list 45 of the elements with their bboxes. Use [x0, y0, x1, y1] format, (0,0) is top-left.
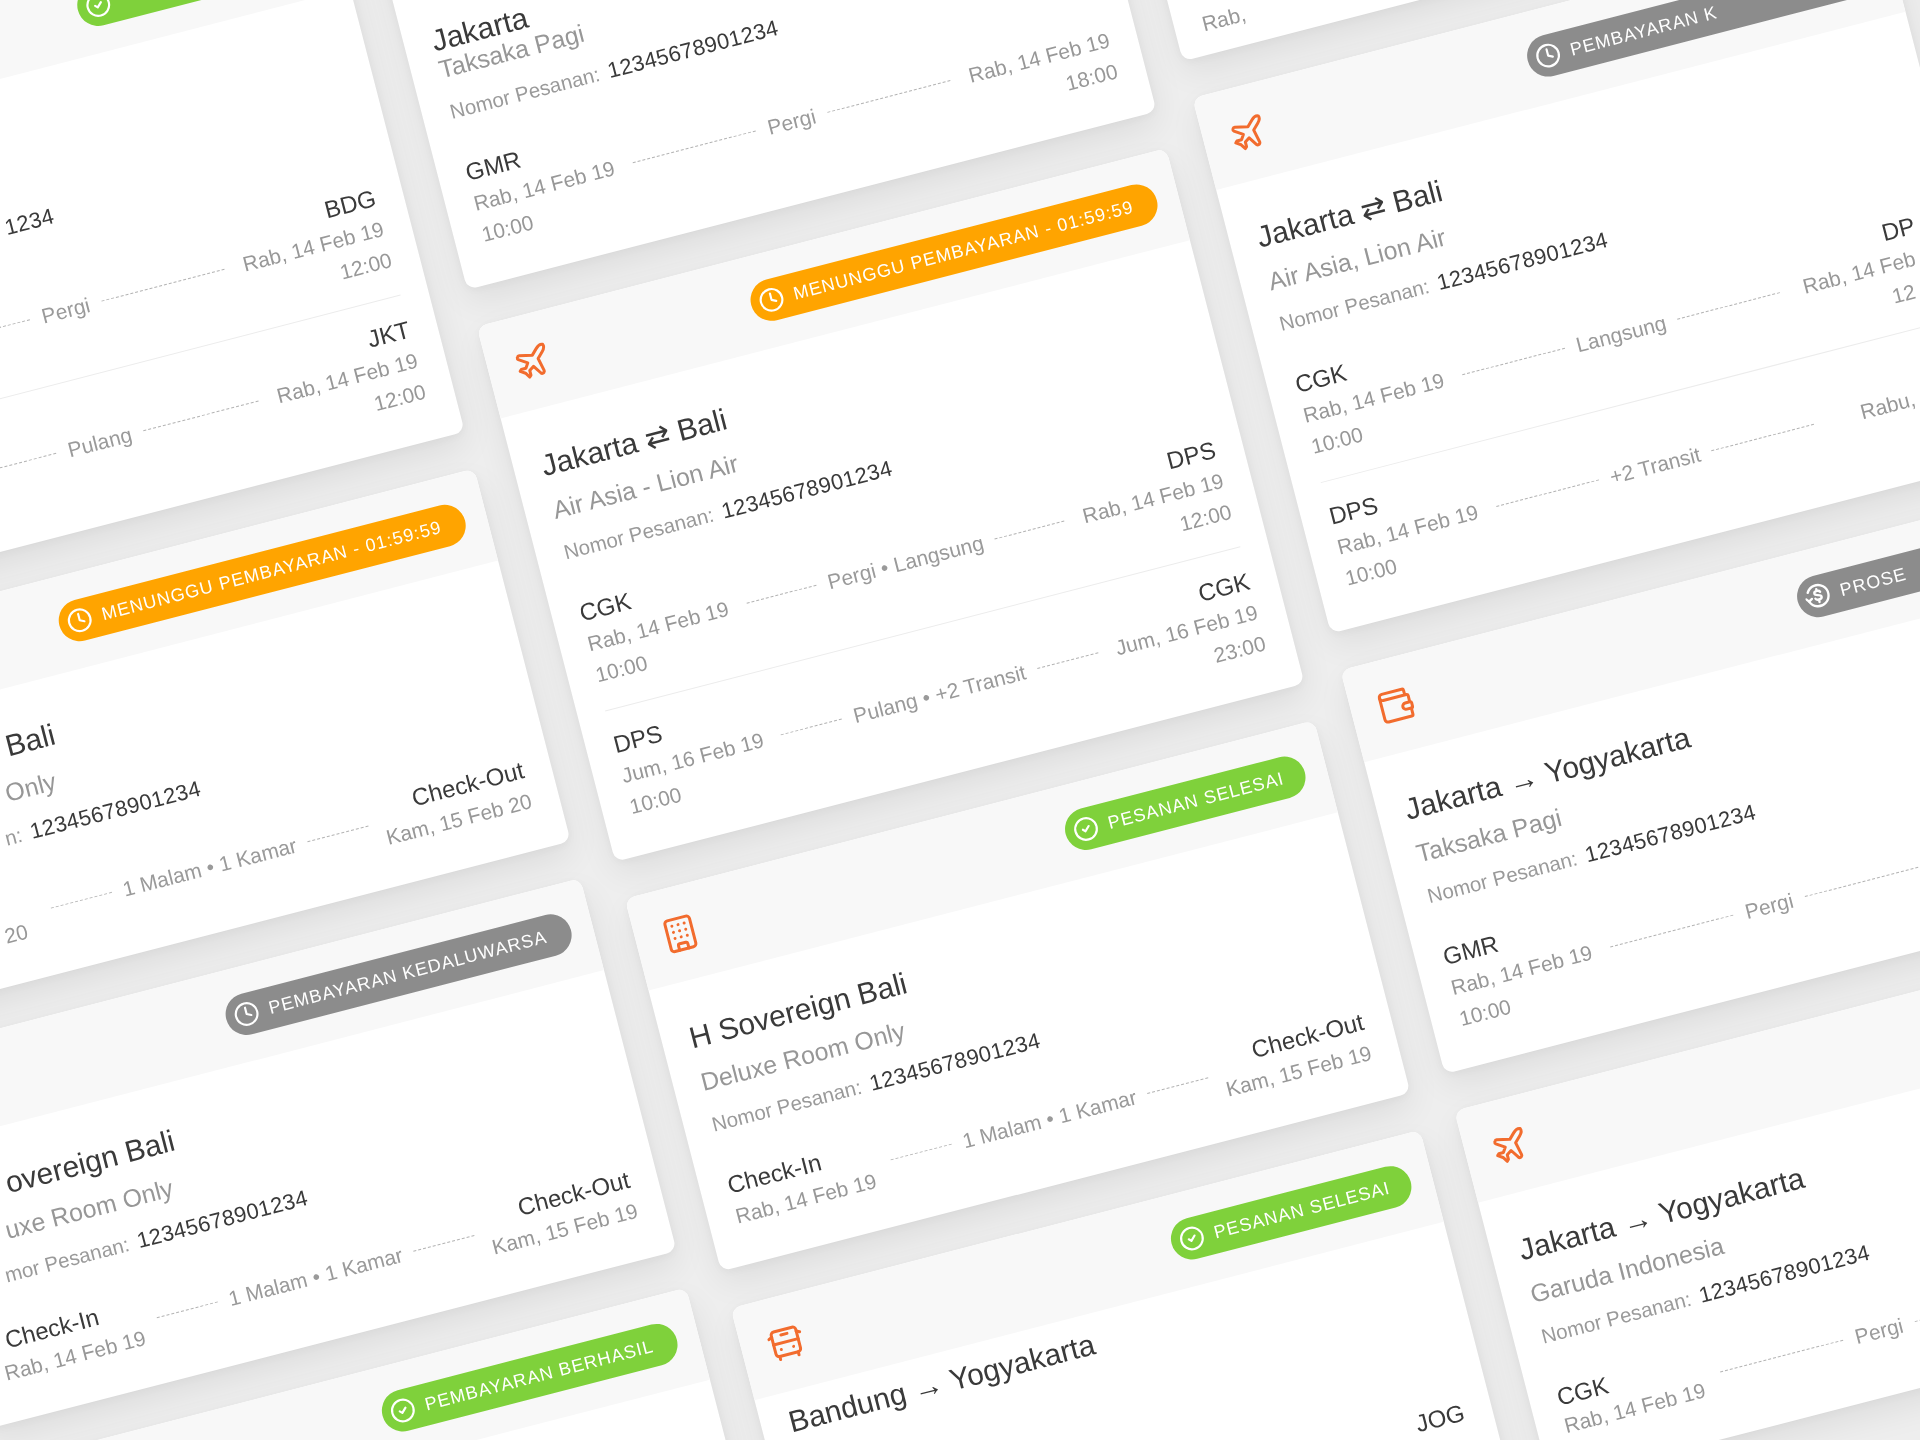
trip-note: 1 Malam • 1 Kamar — [226, 1243, 406, 1312]
stop-time: 10:00 — [1456, 994, 1514, 1032]
trip-note: Pulang • +2 Transit — [850, 660, 1029, 729]
trip-note: +2 Transit — [1607, 442, 1704, 490]
trip-note: Pergi — [39, 293, 93, 329]
order-number: 1234 — [1, 203, 57, 241]
trip-note: Langsung — [1573, 310, 1669, 358]
stop-label: JOG — [1412, 1398, 1468, 1438]
trip-note: Pergi • Langsung — [824, 530, 987, 595]
stop-time: 12 — [1889, 279, 1918, 309]
stop-label: GMR — [1440, 930, 1502, 971]
stop-time: 10:00 — [479, 210, 537, 247]
trip-note: Pulang — [65, 422, 135, 463]
stop-label: DP — [1878, 211, 1918, 247]
stop-label: CGK — [1554, 1371, 1612, 1411]
stop-date: Rab, — [1199, 2, 1249, 37]
trip-note: 1 Malam • 1 Kamar — [120, 833, 300, 902]
stop-label: CGK — [576, 587, 634, 628]
stop-label: DPS — [1326, 491, 1381, 531]
card-title: Bali — [2, 718, 59, 762]
stop-label: BDG — [321, 184, 379, 224]
stop-time: 12:00 — [337, 248, 395, 285]
stop-time: 12:00 — [371, 379, 429, 417]
trip-note: Pergi — [1852, 1313, 1906, 1350]
stop-time: 23:00 — [1211, 631, 1269, 668]
trip-note: Pergi — [1742, 888, 1796, 925]
stop-time: 10:00 — [1308, 422, 1366, 459]
stop-time: 10:00 — [593, 650, 650, 688]
stop-label: CGK — [1292, 358, 1350, 399]
order-label: n: — [2, 823, 25, 851]
stop-date: 20 — [2, 919, 31, 949]
trip-note: 1 Malam • 1 Kamar — [959, 1085, 1140, 1154]
stop-time: 18:00 — [1063, 59, 1121, 96]
card-title: Bandung → Yogyakarta — [785, 1328, 1099, 1438]
stop-label: DPS — [610, 719, 666, 759]
stop-time: 12:00 — [1177, 499, 1235, 537]
stop-label: DPS — [1163, 436, 1219, 475]
status-label: PROSE — [1837, 564, 1909, 599]
stop-label: GMR — [462, 145, 524, 187]
trip-note: Pergi — [764, 104, 819, 140]
stop-date: Rabu, — [1857, 386, 1918, 425]
stop-time: 10:00 — [1342, 554, 1400, 591]
stop-label: JKT — [364, 316, 413, 354]
stop-label: CGK — [1195, 567, 1253, 607]
stop-time: 10:00 — [627, 782, 684, 820]
